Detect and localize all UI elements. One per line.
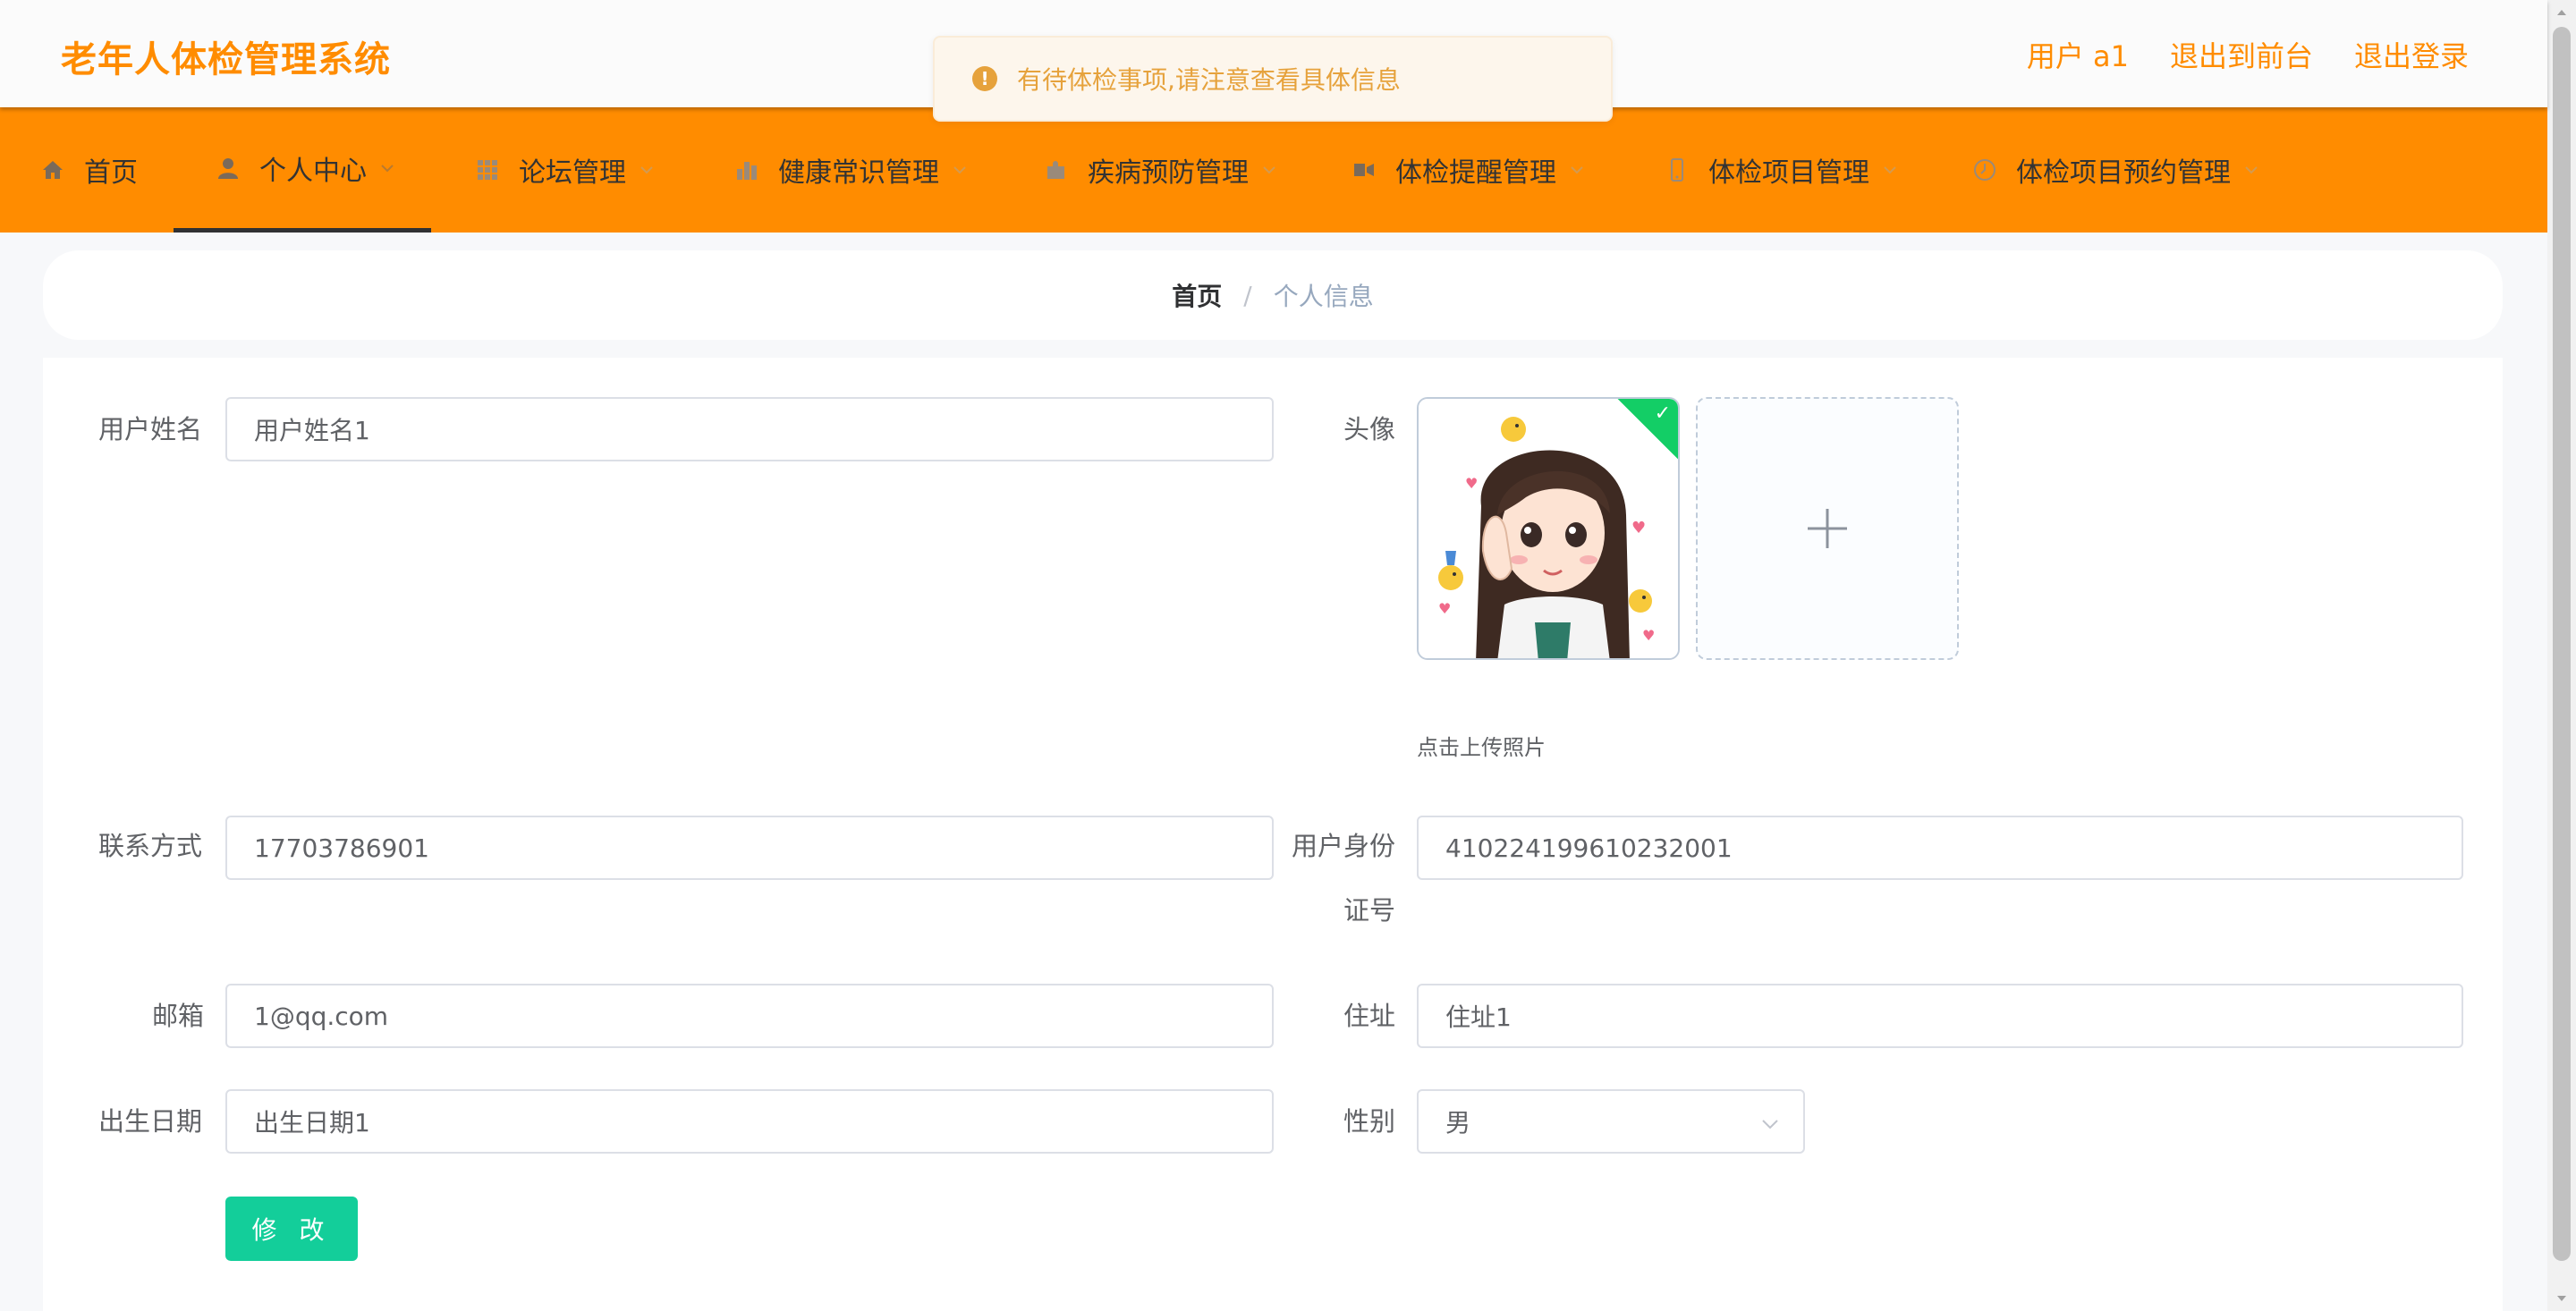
scroll-down-icon[interactable]	[2555, 1291, 2569, 1306]
chevron-down-icon	[639, 162, 655, 178]
avatar-portrait: ♥ ♥ ♥ ♥	[1419, 399, 1678, 658]
bell-icon	[1352, 158, 1376, 182]
chevron-down-icon	[2243, 162, 2259, 178]
warning-icon: !	[972, 66, 997, 91]
chevron-down-icon	[952, 162, 968, 178]
chevron-down-icon	[1882, 162, 1898, 178]
phone-input-value: 17703786901	[254, 833, 429, 863]
nav-forum[interactable]: 论坛管理	[476, 107, 655, 233]
id-number-input[interactable]: 410224199610232001	[1417, 816, 2463, 880]
avatar-image[interactable]: ♥ ♥ ♥ ♥ ✓	[1417, 397, 1680, 660]
gender-label: 性别	[1343, 1106, 1396, 1137]
email-input[interactable]: 1@qq.com	[225, 984, 1274, 1048]
grid-icon	[476, 158, 499, 182]
nav-checkup-booking-label: 体检项目预约管理	[2016, 157, 2231, 189]
main-nav: 首页 个人中心 论坛管理 健康常识管理 疾病预防管理 体检提醒管理 体检项目管理…	[0, 107, 2547, 233]
svg-text:♥: ♥	[1438, 600, 1451, 617]
svg-text:♥: ♥	[1642, 627, 1655, 644]
nav-checkup-reminder-label: 体检提醒管理	[1395, 157, 1556, 189]
plus-icon	[1808, 509, 1847, 548]
scroll-up-icon[interactable]	[2555, 5, 2569, 20]
app-title: 老年人体检管理系统	[61, 39, 391, 80]
avatar-label: 头像	[1343, 414, 1396, 444]
breadcrumb-current: 个人信息	[1273, 282, 1374, 311]
toast-message: 有待体检事项,请注意查看具体信息	[1017, 65, 1401, 95]
nav-checkup-items[interactable]: 体检项目管理	[1665, 107, 1898, 233]
birth-date-input[interactable]: 出生日期1	[225, 1089, 1274, 1154]
upload-button[interactable]	[1696, 397, 1959, 660]
breadcrumb-separator: /	[1243, 280, 1252, 310]
update-button[interactable]: 修 改	[225, 1197, 358, 1261]
nav-checkup-items-label: 体检项目管理	[1708, 157, 1869, 189]
user-icon	[216, 156, 240, 180]
chevron-down-icon	[379, 160, 395, 176]
chevron-down-icon	[1760, 1114, 1780, 1134]
nav-forum-label: 论坛管理	[519, 157, 626, 189]
nav-personal-center-label: 个人中心	[259, 155, 367, 187]
gender-select[interactable]: 男	[1417, 1089, 1805, 1154]
svg-text:♥: ♥	[1631, 519, 1646, 537]
name-label: 用户姓名	[98, 414, 203, 444]
nav-checkup-reminder[interactable]: 体检提醒管理	[1352, 107, 1585, 233]
phone-icon	[1665, 158, 1689, 182]
id-number-label-line2: 证号	[1343, 895, 1396, 926]
nav-health-knowledge-label: 健康常识管理	[778, 157, 939, 189]
chevron-down-icon	[1569, 162, 1585, 178]
birth-date-input-value: 出生日期1	[254, 1108, 370, 1138]
nav-disease-prevention-label: 疾病预防管理	[1088, 157, 1249, 189]
warning-toast: ! 有待体检事项,请注意查看具体信息	[933, 36, 1613, 122]
address-input-value: 住址1	[1445, 1002, 1512, 1032]
breadcrumb: 首页 / 个人信息	[43, 250, 2503, 340]
chart-icon	[735, 158, 758, 182]
nav-home[interactable]: 首页	[41, 107, 138, 233]
name-input-value: 用户姓名1	[254, 416, 370, 445]
clock-icon	[1973, 158, 1996, 182]
phone-input[interactable]: 17703786901	[225, 816, 1274, 880]
address-input[interactable]: 住址1	[1417, 984, 2463, 1048]
phone-label: 联系方式	[98, 831, 203, 861]
nav-home-label: 首页	[84, 157, 138, 189]
nav-health-knowledge[interactable]: 健康常识管理	[735, 107, 968, 233]
header-links: 用户 a1 退出到前台 退出登录	[2027, 34, 2469, 75]
nav-checkup-booking[interactable]: 体检项目预约管理	[1973, 107, 2259, 233]
id-number-input-value: 410224199610232001	[1445, 833, 1733, 863]
puzzle-icon	[1045, 158, 1068, 182]
exit-to-front-link[interactable]: 退出到前台	[2170, 34, 2313, 75]
birth-date-label: 出生日期	[98, 1106, 203, 1137]
scrollbar-thumb[interactable]	[2553, 27, 2571, 1261]
email-input-value: 1@qq.com	[254, 1001, 389, 1031]
check-icon: ✓	[1654, 402, 1671, 425]
breadcrumb-home[interactable]: 首页	[1172, 277, 1222, 313]
chevron-down-icon	[1261, 162, 1277, 178]
nav-disease-prevention[interactable]: 疾病预防管理	[1045, 107, 1277, 233]
home-icon	[41, 158, 64, 182]
upload-hint: 点击上传照片	[1417, 735, 1546, 760]
name-input[interactable]: 用户姓名1	[225, 397, 1274, 461]
id-number-label-line1: 用户身份	[1292, 831, 1396, 861]
user-menu[interactable]: 用户 a1	[2027, 34, 2129, 75]
address-label: 住址	[1343, 1001, 1396, 1031]
page-scrollbar[interactable]	[2547, 0, 2576, 1311]
svg-text:♥: ♥	[1465, 475, 1478, 492]
logout-link[interactable]: 退出登录	[2354, 34, 2469, 75]
nav-personal-center[interactable]: 个人中心	[174, 107, 431, 233]
email-label: 邮箱	[152, 1001, 205, 1031]
gender-select-value: 男	[1445, 1108, 1471, 1138]
